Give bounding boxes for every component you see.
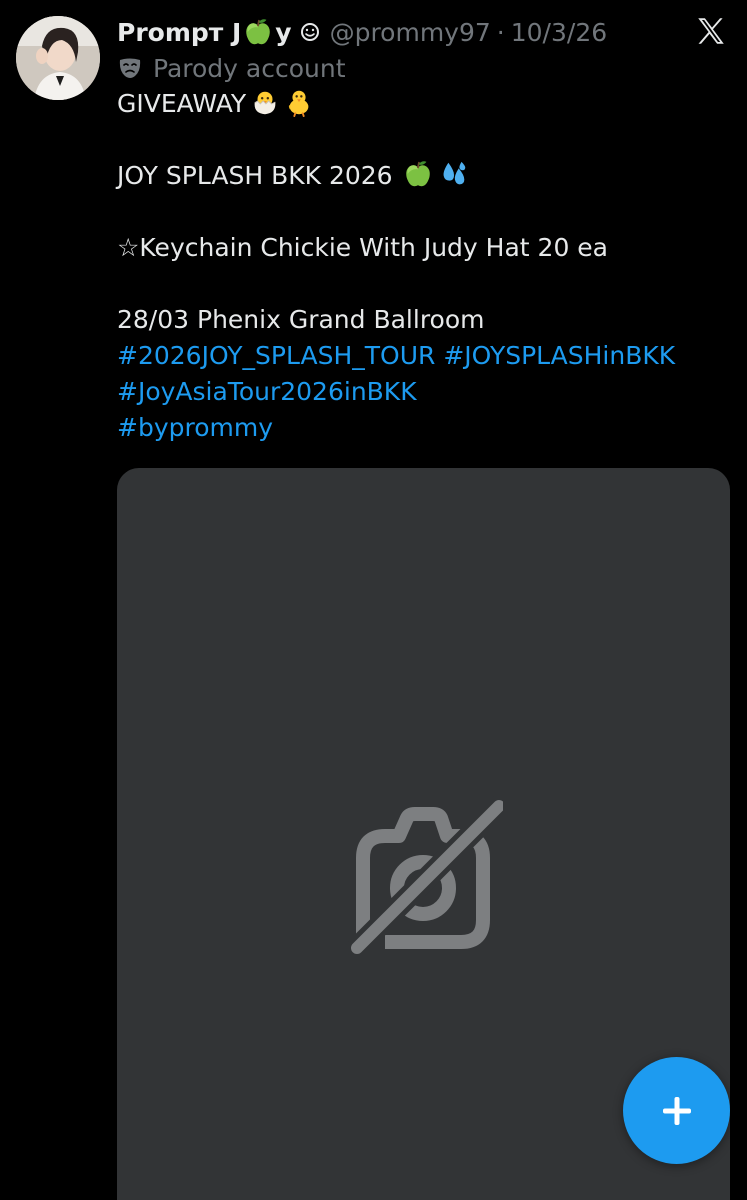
giveaway-line: GIVEAWAY [117,86,742,122]
hatching-chick-emoji [254,91,276,115]
avatar[interactable] [16,16,100,100]
green-apple-emoji [246,19,271,45]
venue-line: 28/03 Phenix Grand Ballroom [117,305,485,334]
hashtag-link[interactable]: #2026JOY_SPLASH_TOUR [117,341,435,370]
display-name-suffix: y [275,17,292,47]
hashtag-link[interactable]: #JoyAsiaTour2026inBKK [117,377,417,406]
giveaway-text: GIVEAWAY [117,89,247,118]
hashtag-line: #2026JOY_SPLASH_TOUR #JOYSPLASHinBKK [117,338,742,374]
green-apple-emoji [405,161,430,187]
item-line: ☆Keychain Chickie With Judy Hat 20 ea [117,233,608,262]
tweet-text: GIVEAWAY JOY SPLASH BKK 2026 ☆Keychain C… [117,86,742,446]
event-line: JOY SPLASH BKK 2026 [117,158,742,194]
hashtag-link[interactable]: #JOYSPLASHinBKK [443,341,675,370]
hashtag-link[interactable]: #byprommy [117,413,273,442]
hashtag-line: #byprommy [117,410,742,446]
sweat-droplets-emoji [443,161,465,185]
tweet-date[interactable]: 10/3/26 [511,18,607,47]
theater-mask-icon [119,58,141,78]
parody-text: Parody account [153,53,346,83]
baby-chick-emoji [289,90,309,117]
tweet-screen: Prompт J y @prommy97 · 10/3/26 Parody ac… [0,0,747,1200]
event-text: JOY SPLASH BKK 2026 [117,161,393,190]
user-handle[interactable]: @prommy97 [330,18,491,47]
separator-dot: · [496,17,505,47]
plus-icon [662,1096,691,1125]
no-camera-icon [346,796,503,956]
parody-label: Parody account [117,52,346,84]
display-name-prefix: Prompт J [117,17,242,47]
hashtag-line: #JoyAsiaTour2026inBKK [117,374,742,410]
compose-button[interactable] [623,1057,730,1164]
smiley-icon [300,23,319,41]
display-name[interactable]: Prompт J y [117,17,320,47]
profile-photo [16,16,100,100]
x-logo-icon [698,18,724,44]
tweet-header: Prompт J y @prommy97 · 10/3/26 [117,14,607,50]
